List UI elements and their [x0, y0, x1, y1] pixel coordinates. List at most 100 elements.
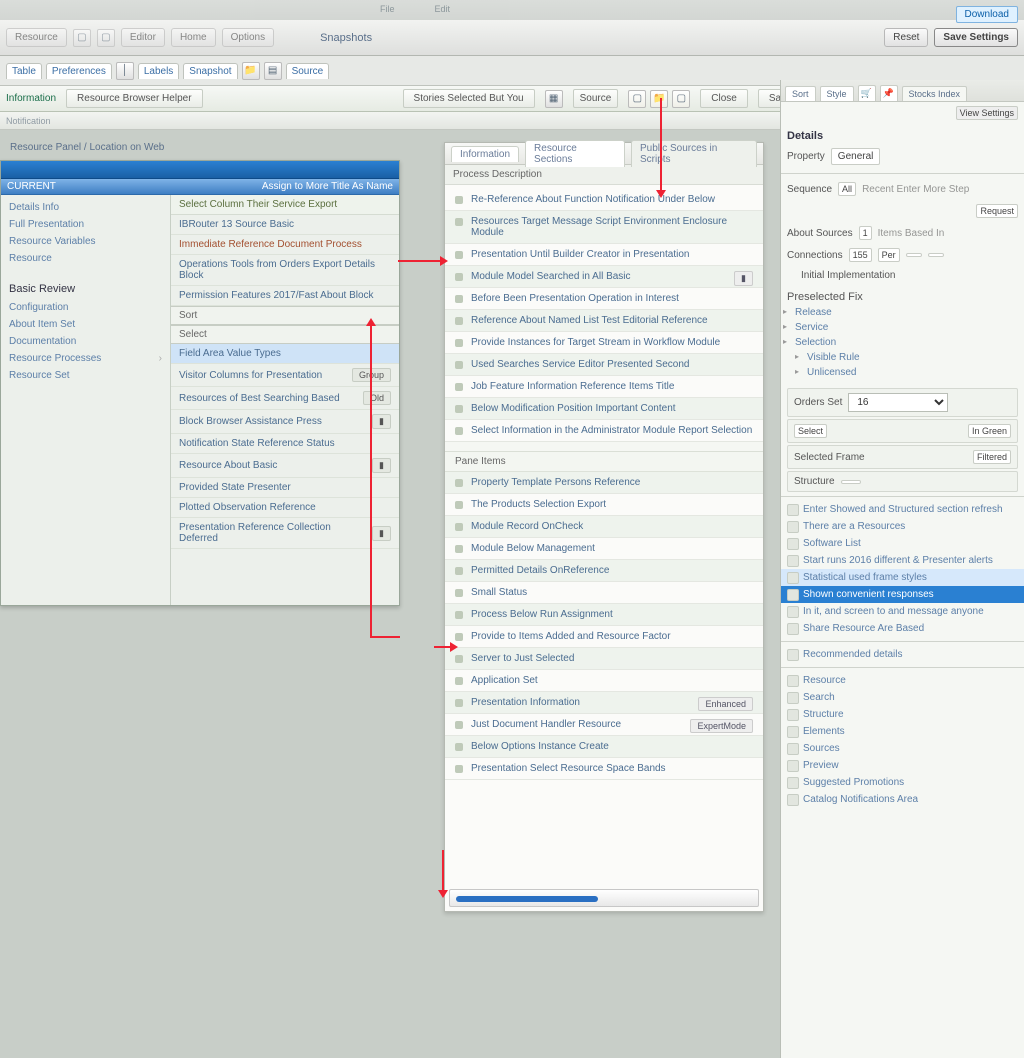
toolbar-icon-b[interactable]: ▢ [97, 29, 115, 47]
mid-item[interactable]: Property Template Persons Reference [445, 472, 763, 494]
list-row[interactable]: Plotted Observation Reference [171, 498, 399, 518]
ribbon-chunk-helper[interactable]: Resource Browser Helper [66, 89, 203, 108]
mid-item[interactable]: Provide Instances for Target Stream in W… [445, 332, 763, 354]
rp-tab-sort[interactable]: Sort [785, 86, 816, 101]
rp-sequence-val[interactable]: All [838, 182, 856, 196]
mid-item[interactable]: Below Modification Position Important Co… [445, 398, 763, 420]
corner-download-button[interactable]: Download [956, 6, 1018, 23]
rp-tab-stocks[interactable]: Stocks Index [902, 86, 968, 101]
side-link-resource[interactable]: Resource [9, 250, 162, 267]
list-row[interactable]: IBRouter 13 Source Basic [171, 215, 399, 235]
rp-list-item-highlight[interactable]: Shown convenient responses [781, 586, 1024, 603]
rp-conn-count[interactable]: 155 [849, 248, 872, 262]
mid-item[interactable]: Module Below Management [445, 538, 763, 560]
side-link-processes[interactable]: ›Resource Processes [9, 350, 162, 367]
tree-node[interactable]: Release [795, 305, 1018, 320]
rp-list-item[interactable]: In it, and screen to and message anyone [781, 603, 1024, 620]
mid-tab-sources[interactable]: Public Sources in Scripts [631, 140, 757, 167]
list-row[interactable]: Resource About Basic▮ [171, 454, 399, 478]
list-row[interactable]: Presentation Reference Collection Deferr… [171, 518, 399, 549]
rp-list-item[interactable]: Sources [781, 740, 1024, 757]
mid-tab-sections[interactable]: Resource Sections [525, 140, 625, 167]
rp-list-item[interactable]: Resource [781, 672, 1024, 689]
rp-conn-box-a[interactable] [906, 253, 922, 257]
mid-item[interactable]: ExpertModeJust Document Handler Resource [445, 714, 763, 736]
mid-item[interactable]: Provide to Items Added and Resource Fact… [445, 626, 763, 648]
mid-tab-info[interactable]: Information [451, 146, 519, 162]
page-icon[interactable]: ▤ [264, 62, 282, 80]
rp-list-item[interactable]: Enter Showed and Structured section refr… [781, 501, 1024, 518]
side-link-docs[interactable]: Documentation [9, 333, 162, 350]
toolbar-resource-button[interactable]: Resource [6, 28, 67, 47]
ribbon-icon-1[interactable]: ▢ [628, 90, 646, 108]
mid-item[interactable]: Below Options Instance Create [445, 736, 763, 758]
tree-node[interactable]: Visible Rule [807, 350, 1018, 365]
rp-list-item[interactable]: Share Resource Are Based [781, 620, 1024, 637]
ribbon-icon-3[interactable]: ▢ [672, 90, 690, 108]
tab-snapshot[interactable]: Snapshot [183, 63, 237, 79]
list-row[interactable]: Resources of Best Searching BasedOld [171, 387, 399, 410]
menu-edit[interactable]: Edit [435, 4, 451, 20]
list-row[interactable]: Block Browser Assistance Press▮ [171, 410, 399, 434]
rp-list-item[interactable]: Search [781, 689, 1024, 706]
tree-node[interactable]: Selection [795, 335, 1018, 350]
mid-item[interactable]: Before Been Presentation Operation in In… [445, 288, 763, 310]
rp-list-item[interactable]: Structure [781, 706, 1024, 723]
toolbar-options-tab[interactable]: Options [222, 28, 274, 47]
mid-item[interactable]: Resources Target Message Script Environm… [445, 211, 763, 244]
rp-list-item[interactable]: Preview [781, 757, 1024, 774]
rp-gb-green[interactable]: In Green [968, 424, 1011, 438]
rp-list-item[interactable]: Catalog Notifications Area [781, 791, 1024, 808]
folder-icon[interactable]: 📁 [242, 62, 260, 80]
mid-item[interactable]: Used Searches Service Editor Presented S… [445, 354, 763, 376]
mid-item[interactable]: Server to Just Selected [445, 648, 763, 670]
ribbon-chunk-source[interactable]: Source [573, 89, 619, 108]
toolbar-home-tab[interactable]: Home [171, 28, 216, 47]
mid-item[interactable]: ▮Module Model Searched in All Basic [445, 266, 763, 288]
mid-item[interactable]: Presentation Select Resource Space Bands [445, 758, 763, 780]
toolbar-reset-button[interactable]: Reset [884, 28, 928, 47]
ribbon-chunk-stories[interactable]: Stories Selected But You [403, 89, 535, 108]
rp-view-settings-button[interactable]: View Settings [956, 106, 1018, 120]
side-link-about[interactable]: About Item Set [9, 316, 162, 333]
mid-item[interactable]: Application Set [445, 670, 763, 692]
rp-list-item[interactable]: Elements [781, 723, 1024, 740]
tab-preferences[interactable]: Preferences [46, 63, 112, 79]
rp-list-item[interactable]: Suggested Promotions [781, 774, 1024, 791]
mid-item[interactable]: Module Record OnCheck [445, 516, 763, 538]
list-row[interactable]: Permission Features 2017/Fast About Bloc… [171, 286, 399, 306]
toolbar-icon-a[interactable]: ▢ [73, 29, 91, 47]
rp-list-item[interactable]: Software List [781, 535, 1024, 552]
tab-labels[interactable]: Labels [138, 63, 179, 79]
ribbon-check-icon[interactable]: ▦ [545, 90, 563, 108]
mid-item[interactable]: Small Status [445, 582, 763, 604]
breadcrumb[interactable]: Resource Panel / Location on Web [10, 142, 164, 153]
mid-item[interactable]: Process Below Run Assignment [445, 604, 763, 626]
rp-tab-cart-icon[interactable]: 🛒 [858, 85, 876, 101]
mid-item[interactable]: Re-Reference About Function Notification… [445, 189, 763, 211]
tab-table[interactable]: Table [6, 63, 42, 79]
side-link-vars[interactable]: Resource Variables [9, 233, 162, 250]
rp-dropdown[interactable]: 16 [848, 393, 948, 412]
rp-conn-per[interactable]: Per [878, 248, 900, 262]
side-link-presentation[interactable]: Full Presentation [9, 216, 162, 233]
rp-tab-style[interactable]: Style [820, 86, 854, 101]
list-row[interactable]: Operations Tools from Orders Export Deta… [171, 255, 399, 286]
list-row[interactable]: Visitor Columns for PresentationGroup [171, 364, 399, 387]
tab-source[interactable]: Source [286, 63, 330, 79]
mid-item[interactable]: EnhancedPresentation Information [445, 692, 763, 714]
rp-list-item[interactable]: Start runs 2016 different & Presenter al… [781, 552, 1024, 569]
list-row[interactable]: Immediate Reference Document Process [171, 235, 399, 255]
rp-list-item[interactable]: Statistical used frame styles [781, 569, 1024, 586]
tree-node[interactable]: Unlicensed [807, 365, 1018, 380]
rp-conn-box-b[interactable] [928, 253, 944, 257]
rp-request-button[interactable]: Request [976, 204, 1018, 218]
list-row-selected[interactable]: Field Area Value Types [171, 344, 399, 364]
ribbon-info-link[interactable]: Information [6, 93, 56, 104]
menu-file[interactable]: File [380, 4, 395, 20]
side-link-set[interactable]: Resource Set [9, 367, 162, 384]
rp-gb-filtered[interactable]: Filtered [973, 450, 1011, 464]
rp-list-item[interactable]: Recommended details [781, 646, 1024, 663]
list-row[interactable]: Provided State Presenter [171, 478, 399, 498]
rp-property-value[interactable]: General [831, 148, 881, 165]
